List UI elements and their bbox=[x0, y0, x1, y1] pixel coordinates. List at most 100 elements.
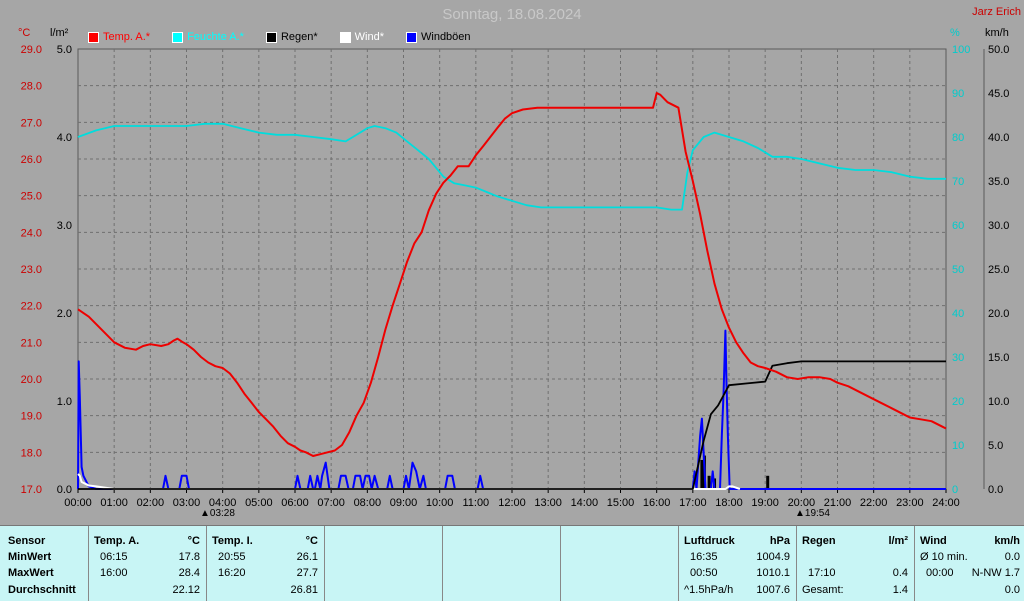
humidity-tick-label: 20 bbox=[952, 396, 964, 408]
stats-wind-column: Wind km/h Ø 10 min. 0.0 00:00 N-NW 1.7 0… bbox=[914, 526, 1024, 601]
stats-rain-column: Regen l/m² 17:10 0.4 Gesamt: 1.4 bbox=[796, 526, 915, 601]
x-tick-label: 15:00 bbox=[607, 497, 635, 509]
stats-panel: Sensor MinWert MaxWert Durchschnitt Temp… bbox=[0, 525, 1024, 601]
x-tick-label: 14:00 bbox=[571, 497, 599, 509]
weather-chart: 00:00 01:00 02:00 03:00 04:00 05:00 06:00 07:00… bbox=[21, 44, 1010, 509]
x-tick-label: 01:00 bbox=[100, 497, 128, 509]
legend-label: Wind* bbox=[354, 31, 384, 43]
humidity-tick-label: 10 bbox=[952, 440, 964, 452]
wind-tick-label: 0.0 bbox=[988, 484, 1003, 496]
rain-tick-label: 4.0 bbox=[57, 132, 72, 144]
sunset-marker: ▲19:54 bbox=[795, 508, 830, 519]
legend: Temp. A.* Feuchte A.* Regen* Wind* Windb… bbox=[88, 31, 493, 43]
legend-item-rain[interactable]: Regen* bbox=[265, 31, 318, 43]
legend-swatch bbox=[406, 31, 417, 43]
stats-pressure-column: Luftdruck hPa 16:35 1004.9 00:50 1010.1 … bbox=[678, 526, 797, 601]
wind-tick-label: 25.0 bbox=[988, 264, 1009, 276]
legend-item-temp[interactable]: Temp. A.* bbox=[88, 31, 150, 43]
stats-empty-column bbox=[442, 526, 561, 601]
stats-time: 16:00 bbox=[100, 567, 128, 579]
legend-label: Temp. A.* bbox=[103, 31, 151, 43]
stats-value: 1007.6 bbox=[756, 584, 790, 596]
stats-header: Regen bbox=[802, 535, 836, 547]
humidity-tick-label: 0 bbox=[952, 484, 958, 496]
sunrise-time: 03:28 bbox=[209, 508, 235, 519]
wind-tick-label: 10.0 bbox=[988, 396, 1009, 408]
stats-total-label: Gesamt: bbox=[802, 584, 844, 596]
legend-item-wind[interactable]: Wind* bbox=[339, 31, 384, 43]
wind-tick-label: 20.0 bbox=[988, 308, 1009, 320]
sunset-time: 19:54 bbox=[804, 508, 830, 519]
stats-unit: l/m² bbox=[888, 535, 908, 547]
chart-title: Sonntag, 18.08.2024 bbox=[442, 6, 582, 23]
legend-item-humidity[interactable]: Feuchte A.* bbox=[172, 31, 244, 43]
legend-item-gusts[interactable]: Windböen bbox=[406, 31, 471, 43]
rain-tick-label: 1.0 bbox=[57, 396, 72, 408]
rain-tick-label: 2.0 bbox=[57, 308, 72, 320]
rain-unit-label: l/m² bbox=[50, 27, 69, 39]
humidity-tick-label: 100 bbox=[952, 44, 970, 56]
stats-sensor-column: Sensor MinWert MaxWert Durchschnitt bbox=[0, 526, 89, 601]
temp-tick-label: 19.0 bbox=[21, 411, 42, 423]
stats-time: 00:00 bbox=[926, 567, 954, 579]
x-tick-label: 08:00 bbox=[354, 497, 382, 509]
temp-tick-label: 17.0 bbox=[21, 484, 42, 496]
stats-trend: ^1.5hPa/h bbox=[684, 584, 734, 596]
legend-swatch bbox=[265, 31, 277, 43]
rain-tick-label: 5.0 bbox=[57, 44, 72, 56]
stats-value: 26.81 bbox=[290, 584, 318, 596]
wind-tick-label: 50.0 bbox=[988, 44, 1009, 56]
stats-temp-a-column: Temp. A. °C 06:15 17.8 16:00 28.4 22.12 bbox=[88, 526, 207, 601]
rain-tick-label: 3.0 bbox=[57, 220, 72, 232]
x-tick-label: 23:00 bbox=[896, 497, 924, 509]
chart-area: 00:00 01:00 02:00 03:00 04:00 05:00 06:00 07:00… bbox=[0, 0, 1024, 525]
humidity-tick-label: 90 bbox=[952, 88, 964, 100]
stats-value: 0.0 bbox=[1004, 584, 1020, 596]
x-tick-label: 13:00 bbox=[534, 497, 562, 509]
legend-swatch bbox=[88, 31, 99, 43]
x-tick-label: 18:00 bbox=[715, 497, 743, 509]
legend-label: Regen* bbox=[280, 31, 318, 43]
temp-tick-label: 22.0 bbox=[21, 301, 42, 313]
wind-tick-label: 40.0 bbox=[988, 132, 1009, 144]
x-tick-label: 07:00 bbox=[317, 497, 345, 509]
wind-tick-label: 5.0 bbox=[988, 440, 1003, 452]
temp-tick-label: 29.0 bbox=[21, 44, 42, 56]
wind-unit-label: km/h bbox=[985, 27, 1009, 39]
wind-tick-label: 30.0 bbox=[988, 220, 1009, 232]
temp-tick-label: 18.0 bbox=[21, 447, 42, 459]
stats-value: 1.4 bbox=[892, 584, 908, 596]
stats-time: 16:20 bbox=[218, 567, 246, 579]
x-tick-label: 17:00 bbox=[679, 497, 707, 509]
stats-temp-i-column: Temp. I. °C 20:55 26.1 16:20 27.7 26.81 bbox=[206, 526, 325, 601]
temp-tick-label: 24.0 bbox=[21, 227, 42, 239]
legend-label: Feuchte A.* bbox=[187, 31, 244, 43]
x-tick-label: 12:00 bbox=[498, 497, 526, 509]
stats-empty-column bbox=[560, 526, 679, 601]
temp-tick-label: 28.0 bbox=[21, 81, 42, 93]
humidity-tick-label: 80 bbox=[952, 132, 964, 144]
x-tick-label: 05:00 bbox=[245, 497, 273, 509]
temp-tick-label: 23.0 bbox=[21, 264, 42, 276]
stats-row-label: Durchschnitt bbox=[8, 584, 76, 596]
rain-bar bbox=[766, 475, 770, 489]
x-tick-label: 19:00 bbox=[751, 497, 779, 509]
wind-tick-label: 35.0 bbox=[988, 176, 1009, 188]
x-tick-label: 02:00 bbox=[137, 497, 165, 509]
temp-tick-label: 26.0 bbox=[21, 154, 42, 166]
stats-value: 22.12 bbox=[172, 584, 200, 596]
temp-tick-label: 25.0 bbox=[21, 191, 42, 203]
temp-unit-label: °C bbox=[18, 27, 31, 39]
legend-swatch bbox=[172, 31, 184, 43]
x-tick-label: 16:00 bbox=[643, 497, 671, 509]
sunrise-marker: ▲03:28 bbox=[200, 508, 235, 519]
humidity-tick-label: 60 bbox=[952, 220, 964, 232]
wind-tick-label: 45.0 bbox=[988, 88, 1009, 100]
station-name: Jarz Erich bbox=[972, 6, 1021, 18]
humidity-tick-label: 50 bbox=[952, 264, 964, 276]
wind-tick-label: 15.0 bbox=[988, 352, 1009, 364]
temp-tick-label: 27.0 bbox=[21, 117, 42, 129]
legend-swatch bbox=[339, 31, 351, 43]
x-tick-label: 24:00 bbox=[932, 497, 960, 509]
humidity-unit-label: % bbox=[950, 27, 960, 39]
